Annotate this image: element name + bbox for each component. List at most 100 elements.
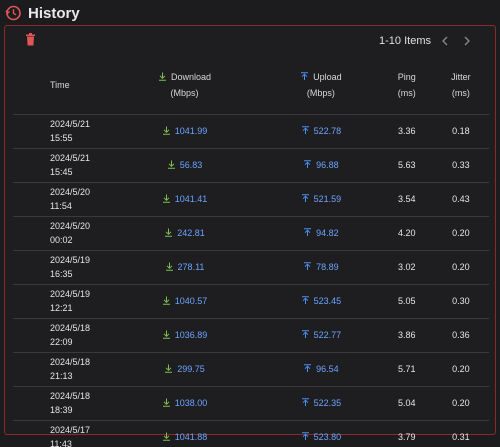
download-header-label: Download bbox=[170, 72, 211, 83]
row-date: 2024/5/21 bbox=[50, 153, 91, 163]
row-download: 56.83 bbox=[108, 148, 261, 183]
row-upload: 522.77 bbox=[260, 318, 381, 353]
row-clock: 11:43 bbox=[50, 439, 72, 447]
row-jitter: 0.20 bbox=[432, 386, 489, 421]
row-checkbox[interactable] bbox=[13, 318, 38, 353]
row-download-value: 1038.00 bbox=[174, 398, 208, 408]
upload-icon bbox=[303, 160, 312, 169]
download-icon bbox=[167, 160, 176, 169]
row-time: 2024/5/17 11:43 bbox=[38, 420, 108, 447]
row-time: 2024/5/18 18:39 bbox=[38, 386, 108, 421]
row-ping: 3.86 bbox=[380, 318, 433, 353]
row-download: 1038.00 bbox=[108, 386, 261, 421]
row-jitter: 0.31 bbox=[432, 420, 489, 447]
row-date: 2024/5/20 bbox=[50, 187, 91, 197]
row-checkbox[interactable] bbox=[13, 216, 38, 251]
row-upload: 522.35 bbox=[260, 386, 381, 421]
row-download-value: 1041.88 bbox=[174, 432, 208, 442]
history-table: Time Download (Mbps) Upload (Mbps) Ping … bbox=[13, 57, 489, 447]
row-checkbox[interactable] bbox=[13, 352, 38, 387]
row-checkbox[interactable] bbox=[13, 182, 38, 217]
upload-icon bbox=[301, 330, 310, 339]
row-ping: 3.36 bbox=[380, 114, 433, 149]
row-date: 2024/5/19 bbox=[50, 289, 91, 299]
row-ping: 5.63 bbox=[380, 148, 433, 183]
row-ping: 3.54 bbox=[380, 182, 433, 217]
row-ping: 5.05 bbox=[380, 284, 433, 319]
row-download-value: 278.11 bbox=[177, 262, 205, 272]
row-checkbox[interactable] bbox=[13, 284, 38, 319]
row-upload: 78.89 bbox=[260, 250, 381, 285]
row-download: 1041.99 bbox=[108, 114, 261, 149]
row-checkbox[interactable] bbox=[13, 386, 38, 421]
row-upload-value: 523.80 bbox=[313, 432, 342, 442]
pager-range: 1-10 Items bbox=[379, 35, 431, 47]
table-row[interactable]: 2024/5/18 21:13 299.75 96.54 5.71 0.20 bbox=[13, 352, 489, 387]
pagination: 1-10 Items bbox=[379, 32, 475, 50]
row-jitter: 0.43 bbox=[432, 182, 489, 217]
row-download-value: 1041.41 bbox=[174, 194, 208, 204]
table-row[interactable]: 2024/5/18 18:39 1038.00 522.35 5.04 0.20 bbox=[13, 386, 489, 421]
page-title: History bbox=[28, 4, 80, 22]
row-download-value: 1036.89 bbox=[174, 330, 208, 340]
download-icon bbox=[162, 126, 171, 135]
row-time: 2024/5/21 15:45 bbox=[38, 148, 108, 183]
row-ping: 3.02 bbox=[380, 250, 433, 285]
row-checkbox[interactable] bbox=[13, 114, 38, 149]
row-jitter: 0.18 bbox=[432, 114, 489, 149]
column-header-upload[interactable]: Upload (Mbps) bbox=[260, 57, 381, 115]
row-time: 2024/5/18 21:13 bbox=[38, 352, 108, 387]
column-header-download[interactable]: Download (Mbps) bbox=[108, 57, 261, 115]
row-download: 1041.88 bbox=[108, 420, 261, 447]
upload-icon bbox=[301, 432, 310, 441]
table-row[interactable]: 2024/5/20 11:54 1041.41 521.59 3.54 0.43 bbox=[13, 182, 489, 217]
table-row[interactable]: 2024/5/20 00:02 242.81 94.82 4.20 0.20 bbox=[13, 216, 489, 251]
row-download-value: 1040.57 bbox=[174, 296, 208, 306]
upload-icon bbox=[303, 364, 312, 373]
table-row[interactable]: 2024/5/21 15:55 1041.99 522.78 3.36 0.18 bbox=[13, 114, 489, 149]
row-checkbox[interactable] bbox=[13, 250, 38, 285]
table-row[interactable]: 2024/5/19 16:35 278.11 78.89 3.02 0.20 bbox=[13, 250, 489, 285]
download-icon bbox=[162, 398, 171, 407]
row-checkbox[interactable] bbox=[13, 420, 38, 447]
table-row[interactable]: 2024/5/17 11:43 1041.88 523.80 3.79 0.31 bbox=[13, 420, 489, 447]
row-download-value: 56.83 bbox=[179, 160, 203, 170]
row-clock: 00:02 bbox=[50, 235, 73, 245]
row-time: 2024/5/21 15:55 bbox=[38, 114, 108, 149]
upload-header-label: Upload bbox=[313, 72, 342, 83]
row-clock: 15:55 bbox=[50, 133, 73, 143]
row-upload: 96.54 bbox=[260, 352, 381, 387]
table-header-row: Time Download (Mbps) Upload (Mbps) Ping … bbox=[13, 57, 489, 115]
download-icon bbox=[162, 330, 171, 339]
row-upload-value: 522.78 bbox=[313, 126, 342, 136]
page-header: History bbox=[4, 3, 80, 23]
table-row[interactable]: 2024/5/18 22:09 1036.89 522.77 3.86 0.36 bbox=[13, 318, 489, 353]
column-header-time[interactable]: Time bbox=[38, 57, 108, 115]
download-icon bbox=[164, 364, 173, 373]
row-jitter: 0.33 bbox=[432, 148, 489, 183]
row-clock: 15:45 bbox=[50, 167, 73, 177]
row-date: 2024/5/21 bbox=[50, 119, 91, 129]
history-toolbar: 1-10 Items bbox=[5, 26, 495, 56]
row-checkbox[interactable] bbox=[13, 148, 38, 183]
row-upload: 96.88 bbox=[260, 148, 381, 183]
select-all-checkbox[interactable] bbox=[13, 57, 38, 115]
column-header-jitter[interactable]: Jitter (ms) bbox=[432, 57, 489, 115]
table-row[interactable]: 2024/5/21 15:45 56.83 96.88 5.63 0.33 bbox=[13, 148, 489, 183]
row-time: 2024/5/20 00:02 bbox=[38, 216, 108, 251]
row-download: 299.75 bbox=[108, 352, 261, 387]
column-header-ping[interactable]: Ping (ms) bbox=[380, 57, 433, 115]
row-download: 242.81 bbox=[108, 216, 261, 251]
upload-icon bbox=[300, 70, 309, 81]
table-row[interactable]: 2024/5/19 12:21 1040.57 523.45 5.05 0.30 bbox=[13, 284, 489, 319]
row-upload-value: 78.89 bbox=[316, 262, 339, 272]
chevron-right-icon[interactable] bbox=[459, 33, 475, 49]
row-upload-value: 523.45 bbox=[313, 296, 342, 306]
row-clock: 21:13 bbox=[50, 371, 73, 381]
download-icon bbox=[165, 262, 174, 271]
chevron-left-icon[interactable] bbox=[437, 33, 453, 49]
upload-icon bbox=[303, 262, 312, 271]
row-date: 2024/5/18 bbox=[50, 357, 91, 367]
trash-icon[interactable] bbox=[25, 33, 36, 46]
row-upload-value: 96.88 bbox=[316, 160, 339, 170]
